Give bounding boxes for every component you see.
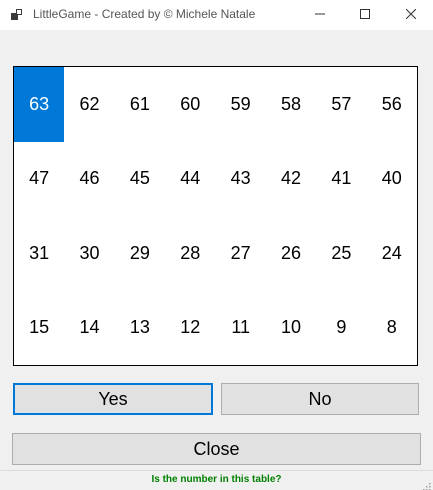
number-cell: 12 [180, 317, 201, 338]
number-cell: 13 [129, 317, 150, 338]
maximize-icon [360, 6, 370, 24]
number-cell: 61 [129, 93, 150, 114]
app-window: LittleGame - Created by © Michele Natale… [0, 0, 433, 490]
minimize-icon [315, 6, 325, 24]
number-cell: 44 [180, 168, 201, 189]
resize-grip-icon[interactable] [421, 478, 431, 490]
number-cell: 15 [29, 317, 50, 338]
number-cell: 42 [281, 168, 302, 189]
number-cell: 14 [79, 317, 100, 338]
number-table: 63 62 61 60 59 58 57 56 47 46 45 44 43 42 41 40 31 30 29 28… [13, 66, 418, 366]
number-cell: 45 [129, 168, 150, 189]
number-cell: 47 [29, 168, 50, 189]
number-cell: 25 [331, 242, 352, 263]
number-cell: 40 [381, 168, 402, 189]
number-cell: 43 [230, 168, 251, 189]
window-title: LittleGame - Created by © Michele Natale [33, 7, 256, 21]
number-cell: 63 [14, 67, 65, 142]
number-cell: 11 [231, 317, 251, 338]
number-cell: 58 [281, 93, 302, 114]
app-window-icon [10, 8, 24, 22]
number-cell: 9 [336, 317, 347, 338]
close-window-button[interactable] [388, 0, 433, 30]
number-cell: 56 [381, 93, 402, 114]
number-cell: 24 [381, 242, 402, 263]
number-cell: 26 [281, 242, 302, 263]
close-icon [405, 6, 417, 24]
number-cell: 29 [129, 242, 150, 263]
minimize-button[interactable] [297, 0, 343, 30]
number-cell: 62 [79, 93, 100, 114]
number-cell: 8 [386, 317, 397, 338]
status-message: Is the number in this table? [151, 474, 282, 485]
yes-button[interactable]: Yes [13, 383, 213, 415]
close-button[interactable]: Close [12, 433, 421, 465]
number-cell: 46 [79, 168, 100, 189]
title-bar[interactable]: LittleGame - Created by © Michele Natale [0, 0, 433, 30]
number-cell: 31 [29, 242, 50, 263]
number-cell: 30 [79, 242, 100, 263]
maximize-button[interactable] [342, 0, 388, 30]
number-cell: 10 [281, 317, 302, 338]
status-bar: Is the number in this table? [0, 470, 433, 490]
number-cell: 41 [331, 168, 352, 189]
number-cell: 27 [230, 242, 251, 263]
client-area: 63 62 61 60 59 58 57 56 47 46 45 44 43 42 41 40 31 30 29 28… [0, 30, 433, 490]
number-cell: 28 [180, 242, 201, 263]
number-cell: 57 [331, 93, 352, 114]
number-cell: 59 [230, 93, 251, 114]
number-cell: 60 [180, 93, 201, 114]
no-button[interactable]: No [221, 383, 419, 415]
